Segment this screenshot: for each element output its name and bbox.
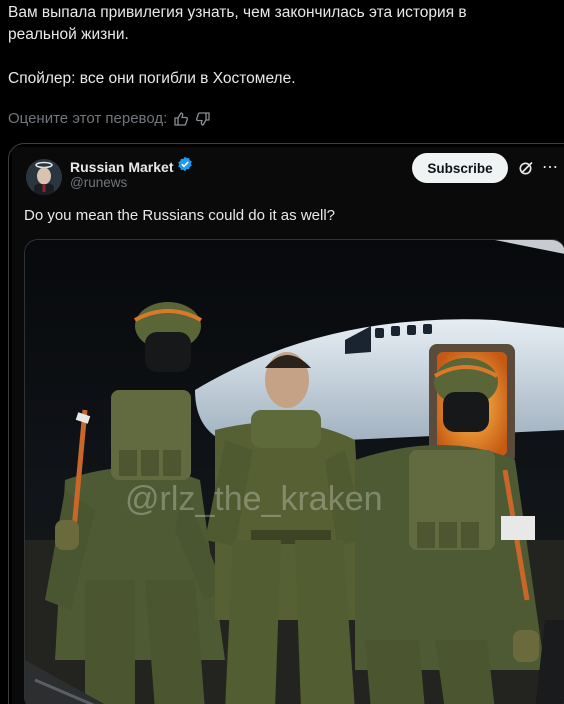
thumbs-up-icon[interactable] bbox=[173, 111, 189, 127]
avatar[interactable] bbox=[26, 159, 62, 195]
rate-translation: Оцените этот перевод: bbox=[8, 110, 211, 127]
thumbs-down-icon[interactable] bbox=[195, 111, 211, 127]
post-text-line: Вам выпала привилегия узнать, чем законч… bbox=[8, 4, 467, 21]
post-text-line: Спойлер: все они погибли в Хостомеле. bbox=[8, 70, 296, 87]
tweet-text: Do you mean the Russians could do it as … bbox=[24, 207, 336, 224]
author-name[interactable]: Russian Market bbox=[70, 159, 173, 175]
tweet-media-image[interactable]: @rlz_the_kraken bbox=[24, 239, 564, 704]
rate-translation-label: Оцените этот перевод: bbox=[8, 110, 168, 127]
author-handle[interactable]: @runews bbox=[70, 175, 127, 190]
more-dots-icon[interactable]: ⋯ bbox=[542, 157, 559, 177]
quoted-tweet-card[interactable]: Russian Market @runews Subscribe ⋯ Do yo… bbox=[8, 143, 564, 704]
post-text: Вам выпала привилегия узнать, чем законч… bbox=[8, 2, 548, 90]
subscribe-button[interactable]: Subscribe bbox=[412, 153, 508, 183]
media-watermark: @rlz_the_kraken bbox=[125, 480, 383, 518]
post-text-line: реальной жизни. bbox=[8, 26, 129, 43]
author-name-row[interactable]: Russian Market bbox=[70, 156, 193, 177]
grok-icon[interactable] bbox=[518, 160, 534, 181]
verified-badge-icon bbox=[177, 156, 193, 177]
